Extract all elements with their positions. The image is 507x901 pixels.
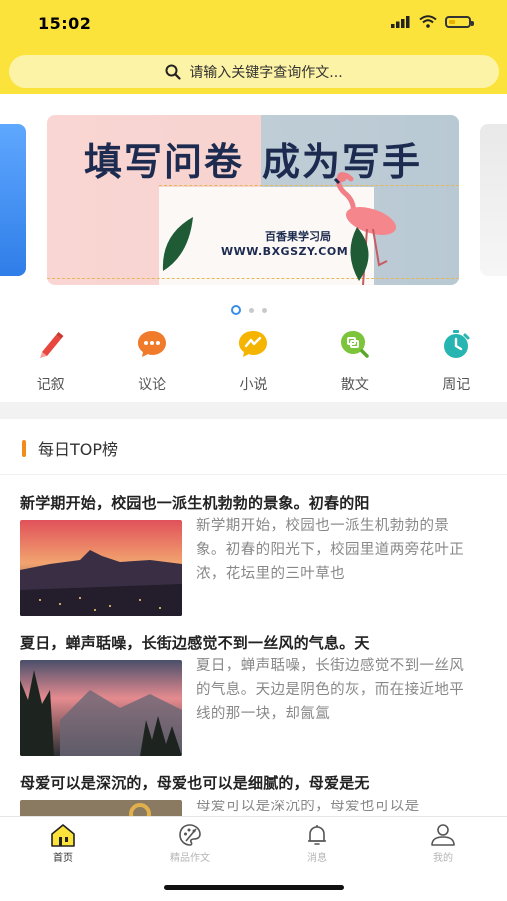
banner-title-left: 填写问卷 — [83, 139, 244, 184]
section-rule — [0, 474, 507, 475]
carousel-indicator — [231, 305, 267, 315]
article-thumbnail — [20, 660, 182, 756]
status-time: 15:02 — [38, 14, 92, 33]
leaf-icon — [350, 227, 369, 281]
tab-profile[interactable]: 我的 — [393, 823, 493, 864]
tab-featured-essays[interactable]: 精品作文 — [140, 823, 240, 864]
palette-icon — [179, 824, 201, 846]
category-label: 散文 — [340, 377, 369, 393]
section-title: 每日TOP榜 — [38, 440, 119, 459]
search-bubble-icon — [340, 331, 369, 358]
wifi-icon — [419, 15, 437, 28]
category-novel[interactable]: 小说 — [203, 324, 304, 402]
banner-prev-card[interactable] — [0, 124, 26, 276]
pencil-icon — [39, 332, 64, 358]
stopwatch-icon — [444, 330, 470, 358]
article-excerpt: 夏日，蝉声聒噪，长街边感觉不到一丝风的气息。天边是阴色的灰，而在接近地平线的那一… — [196, 658, 465, 722]
article-item[interactable]: 夏日，蝉声聒噪，长街边感觉不到一丝风的气息。天 夏日，蝉声聒噪，长街边感觉不到一… — [20, 632, 490, 758]
bell-icon — [308, 825, 326, 845]
search-placeholder: 请输入关键字查询作文... — [189, 64, 343, 81]
tab-label: 首页 — [53, 853, 73, 864]
banner-survey[interactable]: 填写问卷 成为写手 百香果学习局 WWW.BXGSZY.COM — [47, 115, 459, 285]
lightning-bubble-icon — [239, 331, 268, 357]
section-accent-bar — [22, 439, 26, 457]
section-divider — [0, 402, 507, 419]
banner-brand: 百香果学习局 — [265, 230, 331, 243]
category-weekly[interactable]: 周记 — [406, 324, 507, 402]
tab-label: 精品作文 — [170, 853, 210, 864]
chat-bubble-icon — [138, 331, 167, 357]
article-thumbnail — [20, 520, 182, 616]
section-header: 每日TOP榜 — [22, 436, 118, 460]
search-icon — [165, 64, 181, 80]
user-icon — [431, 824, 455, 846]
banner-url: WWW.BXGSZY.COM — [221, 245, 349, 258]
article-item[interactable]: 母爱可以是深沉的，母爱也可以是细腻的，母爱是无 母爱可以是深沉的，母爱也可以是 — [20, 772, 490, 822]
banner-carousel[interactable]: 填写问卷 成为写手 百香果学习局 WWW.BXGSZY.COM — [0, 94, 507, 324]
article-title: 新学期开始，校园也一派生机勃勃的景象。初春的阳 — [20, 494, 370, 512]
tab-messages[interactable]: 消息 — [267, 823, 367, 864]
carousel-dot[interactable] — [231, 305, 241, 315]
category-label: 周记 — [442, 377, 471, 393]
article-excerpt: 新学期开始，校园也一派生机勃勃的景象。初春的阳光下，校园里道两旁花叶正浓，花坛里… — [196, 518, 465, 582]
category-argument[interactable]: 议论 — [101, 324, 202, 402]
carousel-dot[interactable] — [262, 307, 267, 313]
tab-label: 我的 — [433, 853, 453, 864]
article-title: 夏日，蝉声聒噪，长街边感觉不到一丝风的气息。天 — [20, 634, 370, 652]
battery-icon — [445, 15, 474, 28]
cellular-signal-icon — [391, 15, 410, 28]
header: 15:02 请输入关键字查询作文... — [0, 0, 507, 94]
category-prose[interactable]: 散文 — [304, 324, 405, 402]
article-item[interactable]: 新学期开始，校园也一派生机勃勃的景象。初春的阳 新学期开始，校园也一派生机勃勃的… — [20, 492, 490, 618]
status-icons — [391, 15, 474, 28]
category-label: 议论 — [138, 377, 167, 393]
leaf-icon — [162, 217, 193, 271]
category-nav: 记叙 议论 小说 散文 周记 — [0, 324, 507, 402]
home-icon — [51, 824, 75, 847]
banner-next-card[interactable] — [480, 124, 507, 276]
search-bar[interactable]: 请输入关键字查询作文... — [9, 55, 499, 88]
article-title: 母爱可以是深沉的，母爱也可以是细腻的，母爱是无 — [20, 774, 370, 792]
carousel-dot[interactable] — [249, 307, 254, 313]
tab-home[interactable]: 首页 — [13, 823, 113, 864]
category-label: 记叙 — [36, 377, 65, 393]
tab-label: 消息 — [307, 853, 327, 864]
home-indicator[interactable] — [164, 885, 344, 890]
category-label: 小说 — [239, 377, 268, 393]
category-narrative[interactable]: 记叙 — [0, 324, 101, 402]
